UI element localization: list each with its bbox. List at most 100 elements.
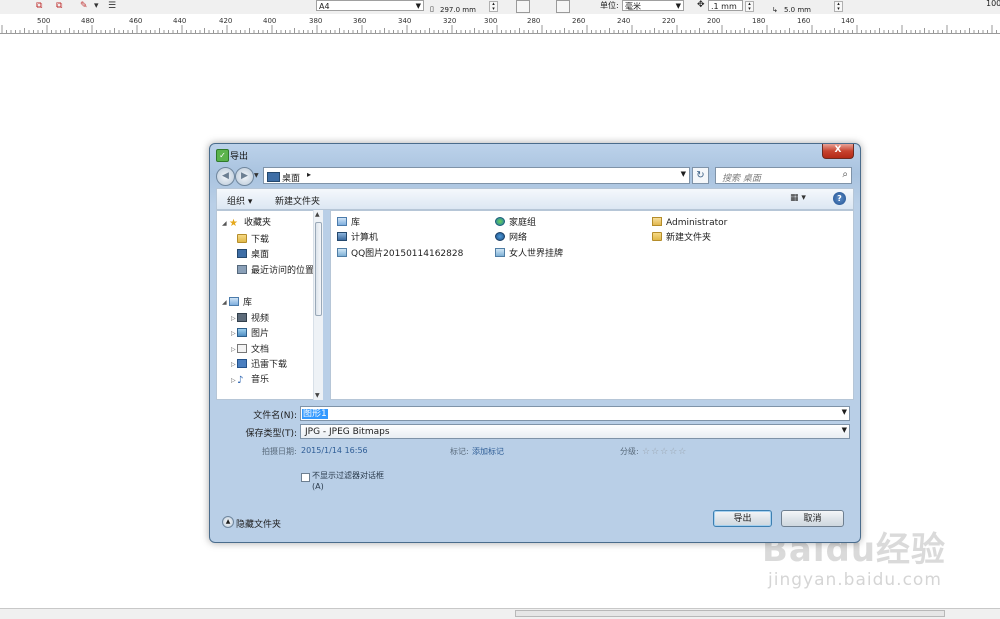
filename-input[interactable]: 图形1 ▼: [300, 406, 850, 421]
nav-label: 最近访问的位置: [251, 266, 315, 276]
collapse-arrow-icon[interactable]: ◢: [222, 220, 227, 227]
nav-item-music[interactable]: ♪ 音乐: [237, 375, 269, 386]
duplicate-distance-field[interactable]: 5.0 mm: [784, 7, 811, 14]
collapse-up-icon[interactable]: ▲: [222, 516, 234, 528]
scroll-down-arrow-icon[interactable]: ▼: [315, 392, 320, 399]
chevron-down-icon[interactable]: ▼: [681, 170, 686, 178]
filetype-select[interactable]: JPG - JPEG Bitmaps ▼: [300, 424, 850, 439]
duplicate-spinner[interactable]: ▴ ▾: [834, 1, 843, 12]
back-button[interactable]: ◀: [216, 167, 235, 186]
nav-item-libraries[interactable]: 库: [229, 297, 252, 309]
ruler-label: 340: [398, 17, 412, 25]
dropdown-icon[interactable]: ▾: [94, 1, 104, 11]
nav-item-documents[interactable]: 文档: [237, 344, 269, 356]
new-folder-button[interactable]: 新建文件夹: [275, 194, 320, 207]
pen-icon[interactable]: ✎: [80, 1, 90, 11]
export-button[interactable]: 导出: [713, 510, 772, 527]
portrait-button[interactable]: [516, 0, 530, 13]
search-input[interactable]: 搜索 桌面 ⌕: [715, 167, 852, 184]
file-name: 网络: [509, 233, 528, 243]
nav-item-thunder[interactable]: 迅雷下载: [237, 359, 287, 371]
arrow-left-icon: ◀: [222, 171, 229, 181]
nav-item-desktop[interactable]: 桌面: [237, 249, 269, 261]
chevron-down-icon[interactable]: ▼: [842, 408, 847, 416]
add-tags-link[interactable]: 添加标记: [472, 446, 504, 457]
ruler-label: 460: [129, 17, 143, 25]
landscape-button[interactable]: [533, 0, 547, 13]
forward-button[interactable]: ▶: [235, 167, 254, 186]
file-item-homegroup[interactable]: 家庭组: [495, 217, 536, 229]
page-height-field[interactable]: 297.0 mm: [440, 7, 476, 14]
navigation-scrollbar[interactable]: ▲ ▼: [313, 210, 323, 400]
file-name: Administrator: [666, 218, 728, 228]
title-bar[interactable]: ✓ 导出 X: [210, 144, 860, 164]
expand-arrow-icon[interactable]: ▷: [231, 346, 236, 353]
options-icon[interactable]: ☰: [108, 1, 118, 11]
hide-filter-dialog-checkbox[interactable]: [301, 473, 310, 482]
date-taken-value[interactable]: 2015/1/14 16:56: [301, 446, 368, 455]
nav-label: 库: [243, 298, 253, 308]
navigation-pane[interactable]: ◢ ★ 收藏夹 下载 桌面 最近访问的位置 ◢ 库 ▷ 视频 ▷ 图片 ▷ 文档 …: [216, 210, 320, 400]
current-page-button[interactable]: [573, 0, 587, 13]
hide-folders-button[interactable]: 隐藏文件夹: [236, 517, 281, 530]
height-spinner[interactable]: ▴ ▾: [489, 1, 498, 12]
file-item-women-world[interactable]: 女人世界挂牌: [495, 248, 563, 260]
close-icon: X: [834, 145, 842, 155]
expand-arrow-icon[interactable]: ▷: [231, 377, 236, 384]
nodes-icon[interactable]: ⧉: [36, 1, 46, 11]
organize-button[interactable]: 组织 ▾: [227, 194, 252, 207]
ruler-label: 220: [662, 17, 676, 25]
expand-arrow-icon[interactable]: ▷: [231, 361, 236, 368]
all-pages-button[interactable]: [556, 0, 570, 13]
nav-label: 音乐: [251, 375, 270, 385]
music-note-icon: ♪: [237, 375, 244, 386]
computer-icon: [337, 232, 347, 241]
horizontal-ruler[interactable]: 500 480 460 440 420 400 380 360 340 320 …: [0, 14, 1000, 34]
address-bar[interactable]: 桌面 ▸ ▼: [263, 167, 690, 184]
nav-label: 下载: [251, 235, 270, 245]
file-item-new-folder[interactable]: 新建文件夹: [652, 232, 711, 244]
breadcrumb-separator[interactable]: ▸: [307, 170, 311, 179]
help-button[interactable]: ?: [833, 192, 846, 205]
search-icon[interactable]: ⌕: [842, 169, 848, 180]
nudge-field[interactable]: .1 mm: [708, 0, 743, 11]
file-list[interactable]: 库 计算机 QQ图片20150114162828 家庭组 网络 女人世界挂牌 A…: [330, 210, 854, 400]
command-bar: 组织 ▾ 新建文件夹 ▦ ▾ ?: [216, 188, 854, 210]
recent-locations-dropdown[interactable]: ▼: [254, 172, 259, 179]
expand-arrow-icon[interactable]: ▷: [231, 315, 236, 322]
file-item-network[interactable]: 网络: [495, 232, 527, 244]
change-view-button[interactable]: ▦ ▾: [790, 193, 820, 206]
nav-item-downloads[interactable]: 下载: [237, 234, 269, 246]
scroll-up-arrow-icon[interactable]: ▲: [315, 211, 320, 218]
ruler-label: 240: [617, 17, 631, 25]
refresh-button[interactable]: ↻: [692, 167, 709, 184]
scrollbar-thumb[interactable]: [315, 222, 322, 316]
file-name: 家庭组: [509, 218, 537, 228]
nav-item-recent[interactable]: 最近访问的位置: [237, 265, 314, 277]
nav-item-pictures[interactable]: 图片: [237, 328, 269, 340]
nav-item-favorites[interactable]: ★ 收藏夹: [229, 218, 271, 229]
ruler-label: 260: [572, 17, 586, 25]
tags-label: 标记:: [450, 447, 469, 456]
expand-arrow-icon[interactable]: ▷: [231, 330, 236, 337]
file-item-computer[interactable]: 计算机: [337, 232, 378, 244]
nav-item-videos[interactable]: 视频: [237, 313, 269, 325]
breadcrumb-desktop[interactable]: 桌面: [282, 171, 300, 184]
cancel-button[interactable]: 取消: [781, 510, 844, 527]
thunder-download-icon: [237, 359, 247, 368]
unit-select[interactable]: 毫米 ▼: [622, 0, 684, 11]
ruler-label: 200: [707, 17, 721, 25]
collapse-arrow-icon[interactable]: ◢: [222, 299, 227, 306]
file-item-qq-image[interactable]: QQ图片20150114162828: [337, 248, 463, 260]
file-item-library[interactable]: 库: [337, 217, 360, 229]
nudge-spinner[interactable]: ▴ ▾: [745, 1, 754, 12]
align-icon[interactable]: ⧉: [56, 1, 66, 11]
file-item-administrator[interactable]: Administrator: [652, 217, 727, 229]
page-size-select[interactable]: A4 ▼: [316, 0, 424, 11]
file-name: 计算机: [351, 233, 379, 243]
dup-y-icon: ↳: [772, 6, 778, 14]
horizontal-scrollbar[interactable]: [515, 610, 945, 617]
hide-filter-dialog-label[interactable]: 不显示过滤器对话框 (A): [312, 470, 384, 492]
close-button[interactable]: X: [822, 144, 854, 159]
rating-stars[interactable]: ☆☆☆☆☆: [642, 447, 687, 457]
